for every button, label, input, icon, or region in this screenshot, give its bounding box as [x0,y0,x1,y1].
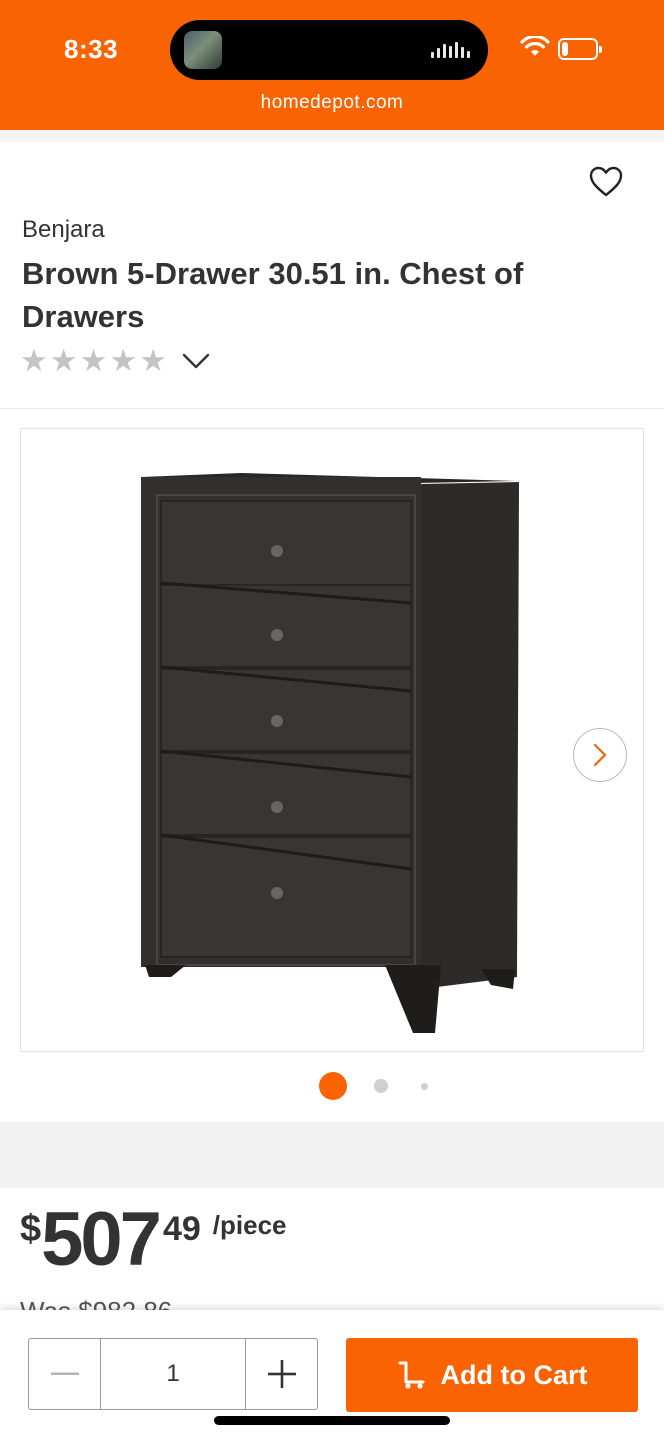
chest-of-drawers-image [141,473,519,1033]
price-unit: /piece [212,1210,287,1240]
address-bar-url[interactable]: homedepot.com [0,92,664,114]
star-icon: ★ [49,343,78,378]
product-title: Brown 5-Drawer 30.51 in. Chest of Drawer… [22,256,524,334]
decrease-quantity-button[interactable] [29,1339,101,1409]
pagination-dot[interactable] [374,1079,388,1093]
product-image-gallery[interactable] [20,428,644,1052]
rating-stars[interactable]: ★ ★ ★ ★ ★ [20,343,211,378]
divider [0,408,664,409]
cart-icon [398,1361,424,1389]
heart-outline-icon[interactable] [588,165,624,199]
star-icon: ★ [139,343,167,378]
product-brand[interactable]: Benjara [22,216,105,244]
gallery-pagination [0,1072,664,1100]
chevron-right-icon [593,743,607,767]
minus-icon [50,1372,79,1375]
next-image-button[interactable] [573,728,627,782]
battery-icon [558,38,602,60]
pagination-dot[interactable] [421,1083,428,1090]
add-to-cart-label: Add to Cart [440,1359,588,1390]
home-indicator[interactable] [214,1416,450,1425]
price-cents: 49 [162,1210,201,1248]
battery-level [562,42,568,56]
quantity-stepper: 1 [28,1338,318,1410]
chevron-down-icon[interactable] [181,352,211,370]
section-spacer [0,1122,664,1188]
status-time: 8:33 [64,34,119,64]
pagination-dot-active[interactable] [319,1072,347,1100]
wifi-icon [520,36,550,56]
browser-header: 8:33 homedepot.com [0,0,664,130]
dynamic-island [170,20,488,80]
star-icon: ★ [79,343,108,378]
audio-bars-icon [431,42,470,58]
section-divider [0,130,664,142]
star-icon: ★ [109,343,138,378]
product-price: $ 507 49 /piece [20,1196,287,1284]
plus-icon [267,1360,296,1388]
price-currency: $ [20,1208,42,1250]
increase-quantity-button[interactable] [245,1339,317,1409]
add-to-cart-button[interactable]: Add to Cart [346,1338,638,1412]
star-icon: ★ [20,343,48,378]
price-dollars: 507 [41,1197,162,1282]
quantity-input[interactable]: 1 [101,1339,245,1409]
media-thumbnail-icon [184,31,222,69]
